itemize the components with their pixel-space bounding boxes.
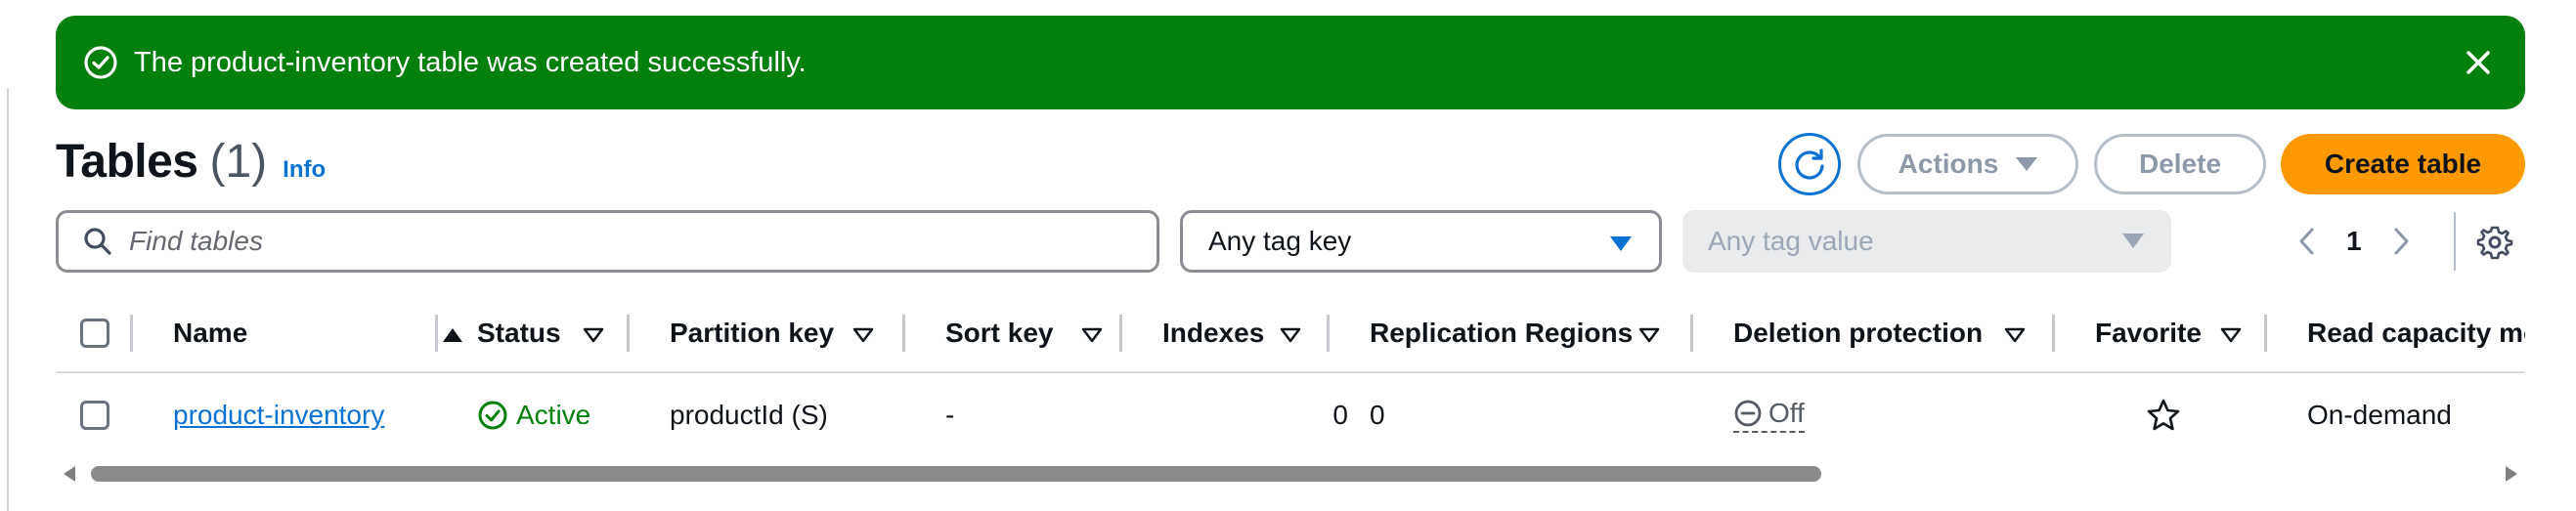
gear-icon[interactable] [2476, 224, 2513, 261]
tag-key-select[interactable]: Any tag key [1180, 210, 1662, 273]
column-separator [130, 315, 133, 352]
column-header-replication-regions[interactable]: Replication Regions [1370, 293, 1722, 373]
column-header-label: Indexes [1162, 318, 1265, 348]
table-count: (1) [209, 136, 268, 188]
status-text: Active [516, 400, 591, 430]
table-row: product-inventory Active productId (S) -… [56, 375, 2525, 455]
page-title: Tables [56, 136, 198, 188]
column-header-name[interactable]: Name [173, 293, 496, 373]
cell-read-capacity-mode: On-demand [2307, 400, 2452, 430]
sort-icon [1280, 327, 1301, 343]
column-separator [1327, 315, 1330, 352]
tables-table: Name Status Partition key Sort key Index… [56, 293, 2525, 469]
row-select-cell [80, 375, 109, 455]
deletion-protection-text: Off [1768, 398, 1805, 428]
column-header-partition-key[interactable]: Partition key [670, 293, 924, 373]
column-header-label: Favorite [2095, 318, 2202, 348]
select-all-checkbox[interactable] [80, 319, 109, 348]
refresh-button[interactable] [1778, 133, 1841, 195]
caret-down-icon [2016, 157, 2038, 171]
tag-value-placeholder: Any tag value [1708, 226, 1874, 256]
current-page-number[interactable]: 1 [2346, 226, 2362, 257]
cell-sort-key: - [945, 400, 955, 430]
search-box[interactable] [56, 210, 1159, 273]
cell-status: Active [477, 375, 590, 455]
column-header-label: Partition key [670, 318, 835, 348]
close-icon[interactable] [2459, 43, 2498, 82]
search-input[interactable] [129, 226, 1107, 257]
column-separator [2052, 315, 2055, 352]
create-table-button[interactable]: Create table [2281, 134, 2525, 194]
pagination: 1 [2290, 210, 2419, 273]
check-circle-icon [84, 46, 117, 79]
delete-button[interactable]: Delete [2094, 134, 2266, 194]
column-header-favorite[interactable]: Favorite [2095, 293, 2271, 373]
column-header-read-capacity-mode[interactable]: Read capacity mo [2307, 293, 2525, 373]
cell-partition-key: productId (S) [670, 400, 828, 430]
row-checkbox[interactable] [80, 401, 109, 430]
column-header-label: Deletion protection [1733, 318, 1984, 348]
scroll-right-arrow-icon[interactable] [2506, 466, 2517, 482]
scroll-left-arrow-icon[interactable] [64, 466, 75, 482]
sort-icon [852, 327, 874, 343]
star-icon[interactable] [2146, 398, 2181, 433]
sort-icon [583, 327, 604, 343]
column-header-label: Read capacity mo [2307, 318, 2525, 348]
caret-down-icon [2122, 234, 2144, 248]
scrollbar-thumb[interactable] [91, 466, 1821, 482]
check-circle-icon [478, 401, 507, 430]
info-link[interactable]: Info [283, 156, 326, 184]
page-header: Tables (1) Info [56, 135, 326, 189]
sort-icon [1638, 327, 1660, 343]
sort-ascending-icon [443, 328, 462, 342]
create-table-label: Create table [2324, 149, 2482, 179]
select-all-cell [80, 293, 109, 373]
column-separator [435, 315, 438, 352]
cell-replication-regions: 0 [1370, 400, 1385, 430]
column-header-label: Name [173, 318, 248, 348]
cell-favorite [2146, 375, 2181, 455]
flash-message: The product-inventory table was created … [134, 47, 807, 78]
search-icon [84, 228, 111, 255]
sort-icon [2220, 327, 2242, 343]
minus-circle-icon [1734, 400, 1762, 427]
column-separator [1690, 315, 1693, 352]
tag-key-value: Any tag key [1208, 226, 1352, 256]
divider [2454, 212, 2456, 271]
table-header-row: Name Status Partition key Sort key Index… [56, 293, 2525, 373]
column-separator [902, 315, 905, 352]
caret-down-icon [1610, 236, 1632, 251]
column-header-deletion-protection[interactable]: Deletion protection [1733, 293, 2066, 373]
horizontal-scrollbar[interactable] [56, 463, 2525, 487]
actions-label: Actions [1898, 149, 1999, 179]
cell-name: product-inventory [173, 375, 384, 455]
status-badge: Active [477, 400, 590, 431]
cell-indexes: 0 [1332, 400, 1348, 430]
next-page-button[interactable] [2383, 224, 2419, 259]
previous-page-button[interactable] [2290, 224, 2325, 259]
chevron-left-icon [2299, 228, 2314, 255]
container-edge [7, 88, 9, 511]
column-header-status[interactable]: Status [477, 293, 673, 373]
column-separator [627, 315, 630, 352]
delete-label: Delete [2138, 149, 2222, 179]
deletion-protection-status[interactable]: Off [1733, 398, 1805, 433]
column-header-sort-key[interactable]: Sort key [945, 293, 1160, 373]
chevron-right-icon [2394, 228, 2409, 255]
column-header-label: Sort key [945, 318, 1054, 348]
column-header-label: Replication Regions [1370, 318, 1634, 348]
sort-icon [2004, 327, 2026, 343]
column-separator [1119, 315, 1122, 352]
column-header-label: Status [477, 318, 561, 348]
success-flash-banner: The product-inventory table was created … [56, 16, 2525, 109]
table-name-link[interactable]: product-inventory [173, 400, 384, 431]
tag-value-select: Any tag value [1682, 210, 2171, 273]
refresh-icon [1795, 149, 1824, 180]
column-separator [2264, 315, 2267, 352]
actions-button[interactable]: Actions [1857, 134, 2078, 194]
cell-deletion-protection: Off [1733, 375, 1805, 455]
sort-icon [1081, 327, 1103, 343]
